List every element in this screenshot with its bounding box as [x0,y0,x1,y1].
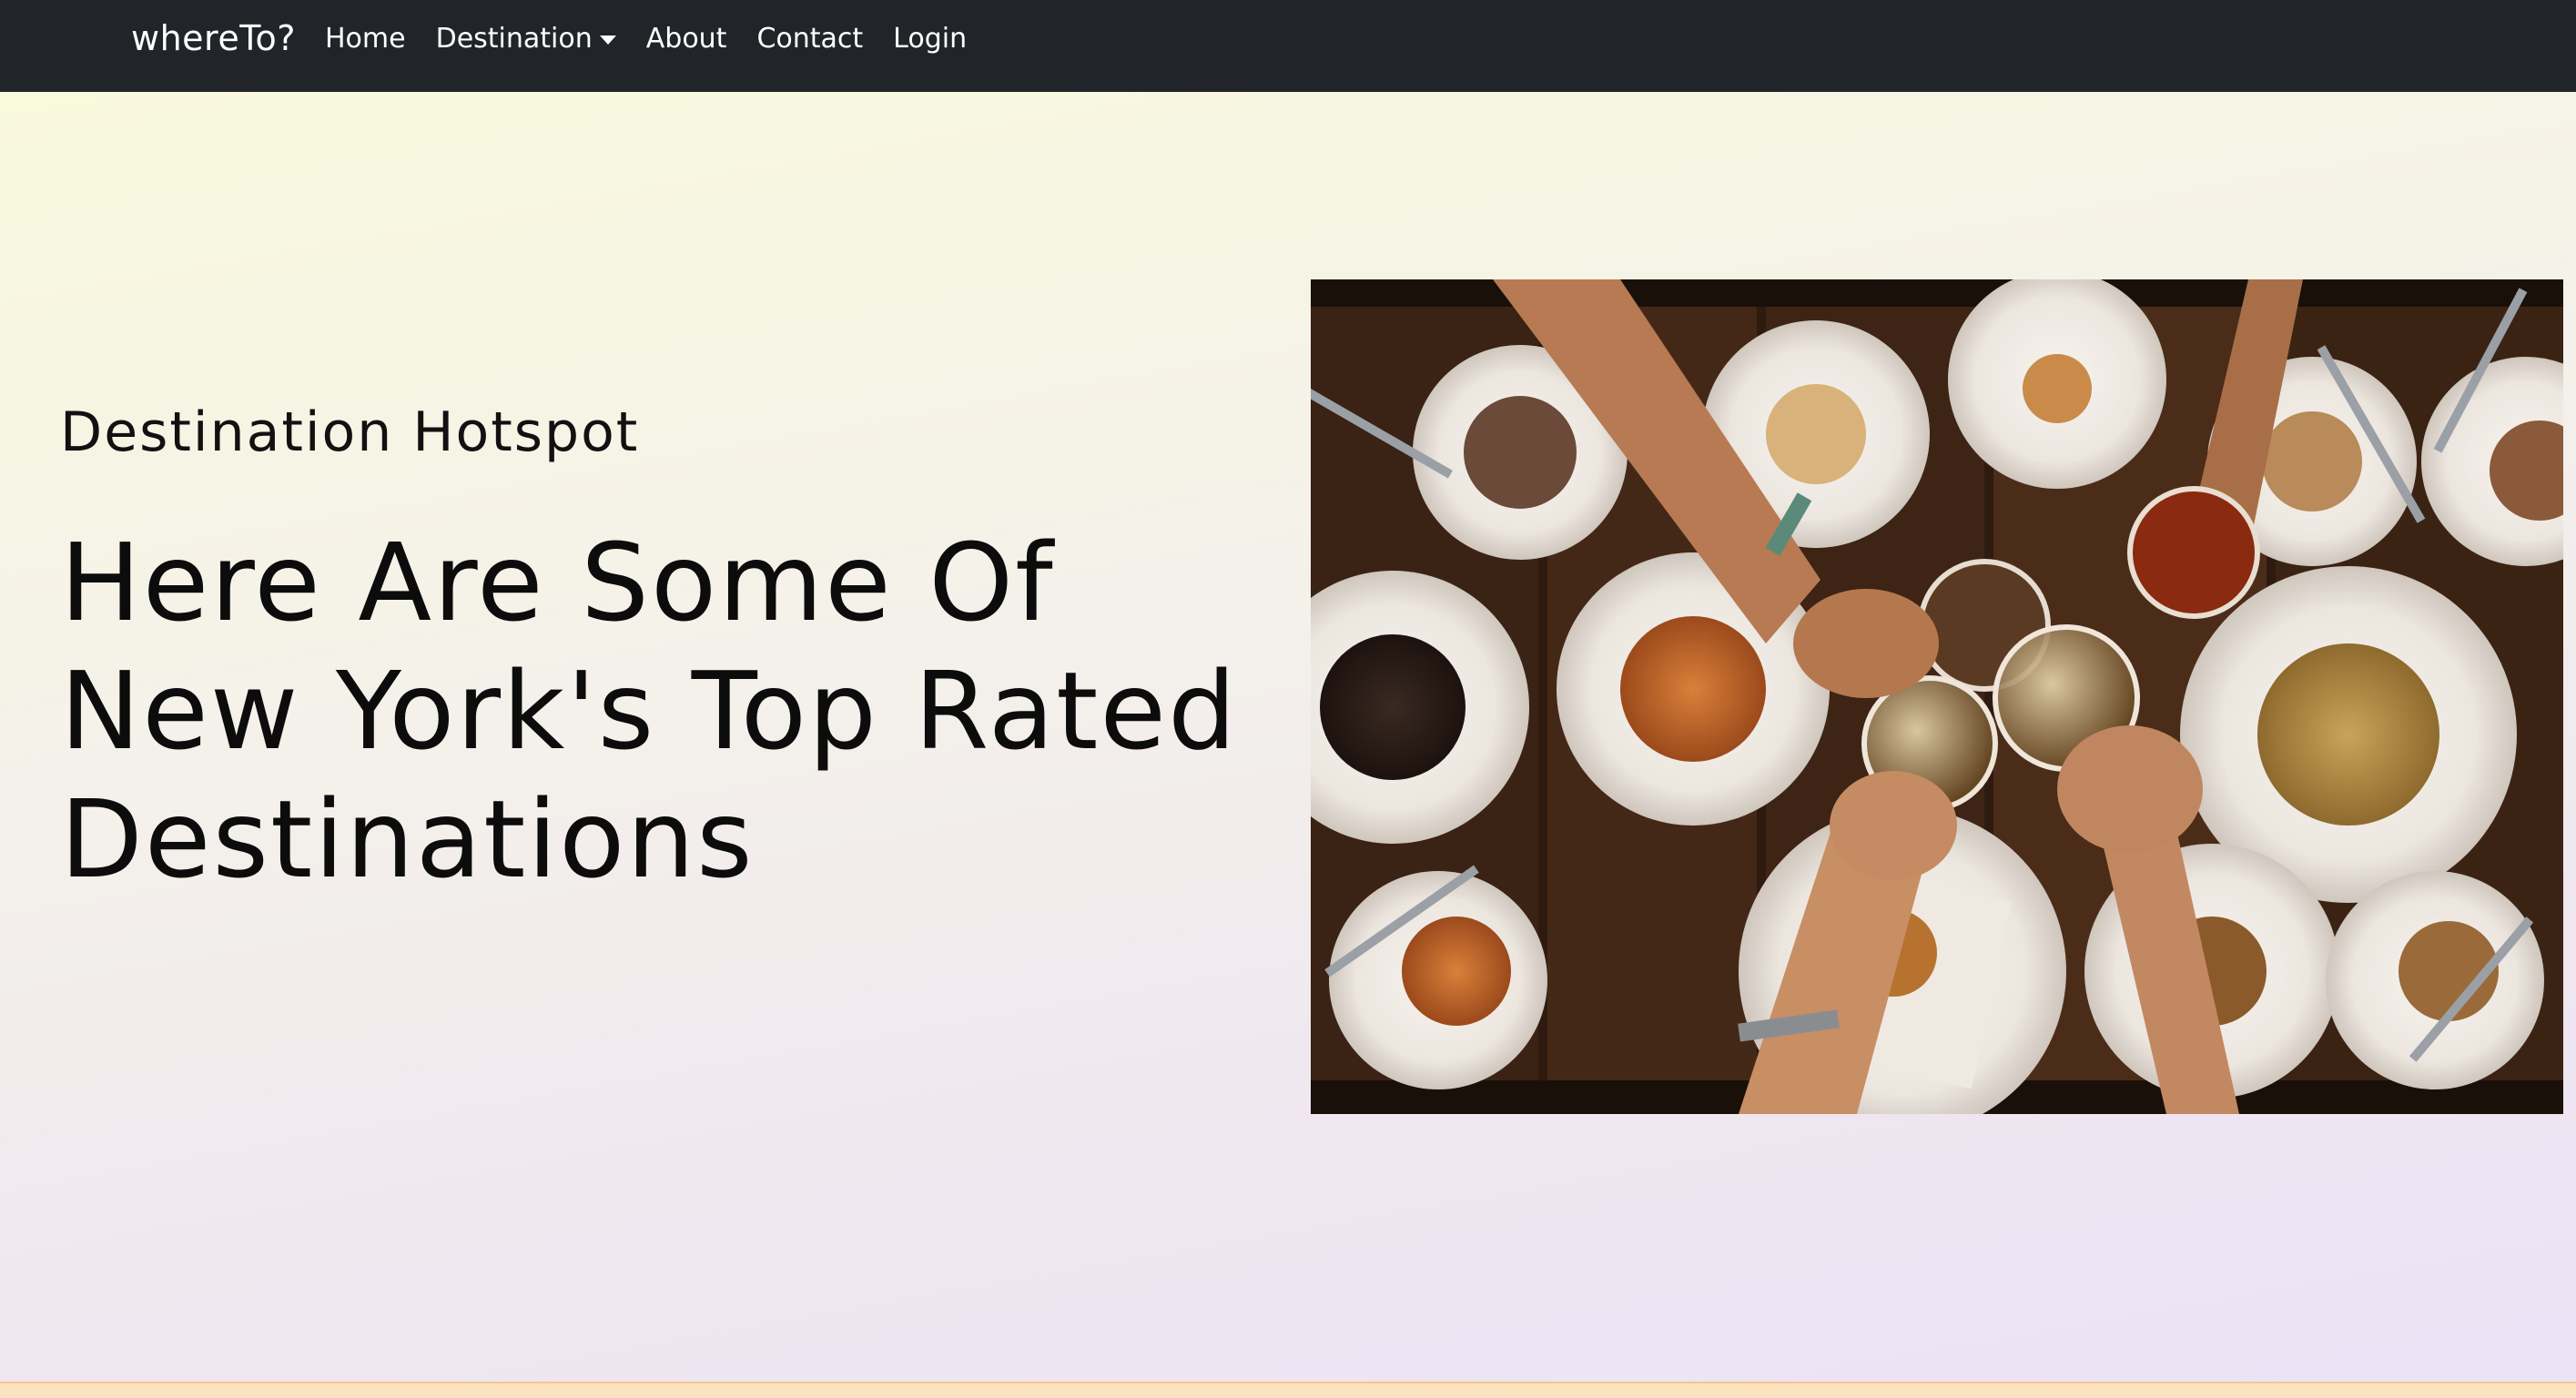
top-navbar: whereTo? Home Destination About Contact … [0,0,2576,92]
hero-subtitle: Destination Hotspot [60,400,640,464]
nav-link-destination-dropdown[interactable]: Destination [436,23,616,55]
nav-link-destination-label: Destination [435,23,593,55]
nav-link-home[interactable]: Home [325,23,406,55]
dining-table-illustration [1311,279,2563,1114]
hero-headline: Here Are Some Of New York's Top Rated De… [60,520,1238,902]
hero-food-image [1311,279,2563,1114]
nav-link-about[interactable]: About [646,23,727,55]
brand-logo[interactable]: whereTo? [131,18,296,58]
nav-link-contact[interactable]: Contact [756,23,863,55]
nav-links: Home Destination About Contact Login [325,23,997,55]
nav-link-login[interactable]: Login [893,23,967,55]
caret-down-icon [599,35,616,45]
footer-strip [0,1382,2576,1398]
